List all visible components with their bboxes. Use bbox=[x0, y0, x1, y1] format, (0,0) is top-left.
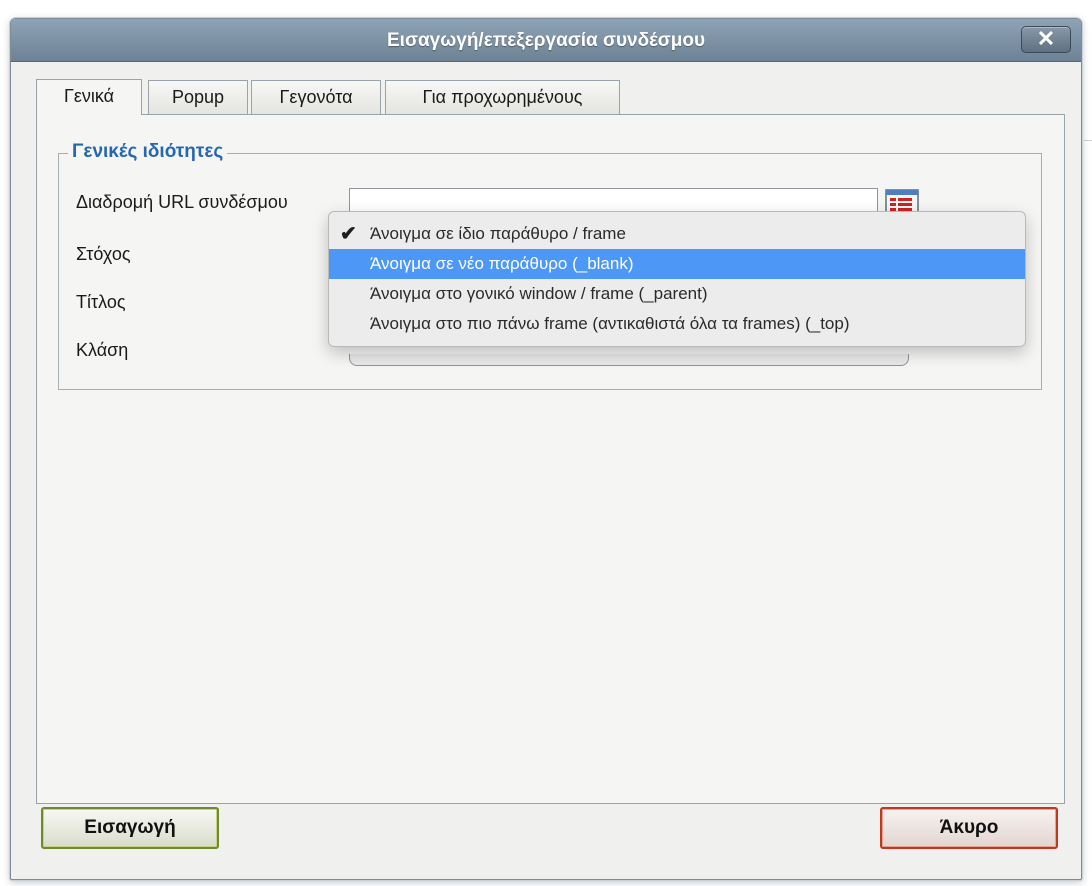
cancel-button[interactable]: Άκυρο bbox=[880, 807, 1058, 849]
class-select[interactable] bbox=[349, 354, 909, 366]
tab-events[interactable]: Γεγονότα bbox=[251, 80, 381, 114]
insert-button[interactable]: Εισαγωγή bbox=[41, 807, 219, 849]
option-label: Άνοιγμα σε ίδιο παράθυρο / frame bbox=[370, 224, 626, 243]
option-label: Άνοιγμα στο γονικό window / frame (_pare… bbox=[370, 284, 708, 303]
dialog-title: Εισαγωγή/επεξεργασία συνδέσμου bbox=[387, 30, 705, 51]
checkmark-icon: ✔ bbox=[340, 223, 357, 245]
url-label: Διαδρομή URL συνδέσμου bbox=[76, 192, 288, 212]
option-label: Άνοιγμα στο πιο πάνω frame (αντικαθιστά … bbox=[370, 314, 850, 333]
link-dialog: Εισαγωγή/επεξεργασία συνδέσμου ✕ Γενικά … bbox=[10, 18, 1082, 880]
dropdown-option-same-window[interactable]: ✔ Άνοιγμα σε ίδιο παράθυρο / frame bbox=[329, 219, 1025, 249]
tab-events-label: Γεγονότα bbox=[279, 87, 353, 107]
tab-advanced-label: Για προχωρημένους bbox=[422, 87, 583, 107]
dropdown-option-top[interactable]: Άνοιγμα στο πιο πάνω frame (αντικαθιστά … bbox=[329, 309, 1025, 339]
target-dropdown-menu[interactable]: ✔ Άνοιγμα σε ίδιο παράθυρο / frame Άνοιγ… bbox=[328, 211, 1026, 347]
dropdown-option-parent[interactable]: Άνοιγμα στο γονικό window / frame (_pare… bbox=[329, 279, 1025, 309]
close-button[interactable]: ✕ bbox=[1021, 26, 1071, 53]
background-line bbox=[1084, 140, 1092, 141]
group-legend: Γενικές ιδιότητες bbox=[68, 141, 228, 163]
dropdown-option-blank[interactable]: Άνοιγμα σε νέο παράθυρο (_blank) bbox=[329, 249, 1025, 279]
tab-popup-label: Popup bbox=[171, 87, 225, 107]
tab-popup[interactable]: Popup bbox=[148, 80, 248, 114]
option-label: Άνοιγμα σε νέο παράθυρο (_blank) bbox=[370, 254, 634, 273]
close-icon: ✕ bbox=[1036, 26, 1056, 51]
tab-general[interactable]: Γενικά bbox=[36, 79, 142, 115]
tab-advanced[interactable]: Για προχωρημένους bbox=[385, 80, 620, 114]
target-label: Στόχος bbox=[76, 244, 131, 264]
title-label: Τίτλος bbox=[76, 292, 126, 312]
class-label: Κλάση bbox=[76, 340, 129, 360]
title-bar[interactable]: Εισαγωγή/επεξεργασία συνδέσμου ✕ bbox=[11, 19, 1081, 62]
tab-general-label: Γενικά bbox=[63, 86, 115, 106]
